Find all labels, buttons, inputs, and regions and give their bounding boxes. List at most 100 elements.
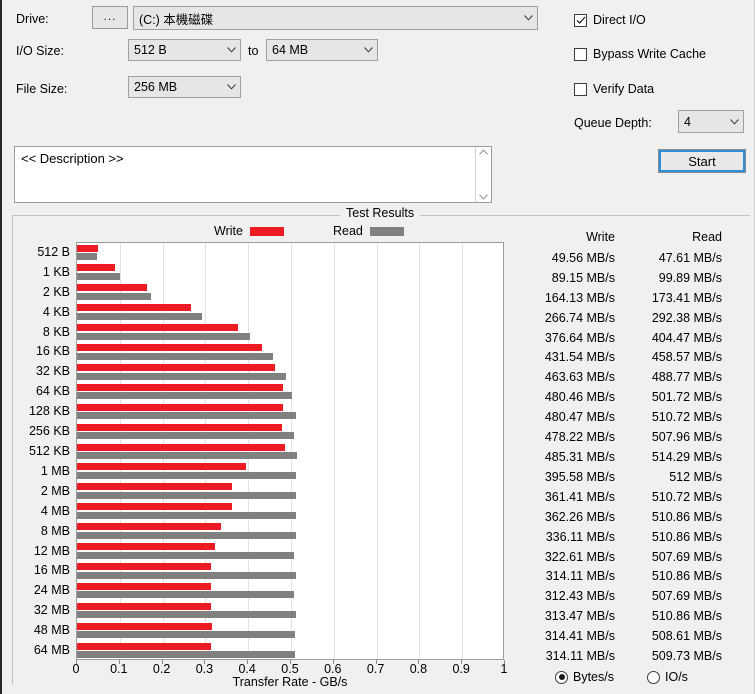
checkbox-unchecked-icon xyxy=(574,82,587,96)
results-column-header-read: Read xyxy=(692,230,722,244)
atto-disk-benchmark-window: Drive: ... (C:) 本機磁碟 I/O Size: 512 B to … xyxy=(0,0,755,694)
results-write-value: 49.56 MB/s xyxy=(551,250,615,265)
results-read-value: 507.69 MB/s xyxy=(651,549,722,564)
unit-io-per-second-label: IO/s xyxy=(665,670,688,684)
chart-x-tick-label: 0.7 xyxy=(366,662,385,676)
file-size-select[interactable]: 256 MB xyxy=(128,76,241,98)
chart-y-tick-label: 16 MB xyxy=(33,563,70,578)
chart-y-tick-label: 512 KB xyxy=(28,444,70,458)
chart-bar-read xyxy=(77,392,292,400)
results-read-value: 509.73 MB/s xyxy=(651,649,722,664)
chart-y-tick-label: 64 KB xyxy=(35,384,70,399)
results-read-value: 47.61 MB/s xyxy=(658,250,722,265)
chart-bar-read xyxy=(77,253,98,261)
chart-y-tick-label: 4 MB xyxy=(40,503,70,518)
io-size-from-select[interactable]: 512 B xyxy=(128,39,241,61)
io-size-to-select[interactable]: 64 MB xyxy=(266,39,378,61)
unit-bytes-per-second-radio[interactable]: Bytes/s xyxy=(555,670,614,684)
bypass-write-cache-checkbox[interactable]: Bypass Write Cache xyxy=(574,47,706,61)
chart-bar-write xyxy=(77,284,148,292)
chart-x-tick-label: 0.6 xyxy=(324,662,342,676)
chart-y-tick-label: 1 KB xyxy=(42,264,70,279)
chevron-down-icon xyxy=(224,84,238,90)
chart-x-tick-label: 0.9 xyxy=(452,662,470,676)
drive-select[interactable]: (C:) 本機磁碟 xyxy=(133,6,538,30)
chart-y-tick-label: 8 MB xyxy=(40,523,70,538)
legend-write-swatch xyxy=(249,226,284,236)
results-read-value: 510.72 MB/s xyxy=(651,489,722,504)
start-button[interactable]: Start xyxy=(658,149,746,173)
results-read-value: 501.72 MB/s xyxy=(651,390,722,405)
results-read-value: 508.61 MB/s xyxy=(651,629,722,644)
chart-y-tick-label: 2 KB xyxy=(42,284,70,299)
chart-x-tick-label: 0.8 xyxy=(409,662,428,676)
chart-bar-write xyxy=(77,403,283,411)
chart-y-tick-label: 256 KB xyxy=(28,424,70,439)
chart-bar-read xyxy=(77,352,274,360)
chart-bar-read xyxy=(77,571,296,579)
results-write-value: 322.61 MB/s xyxy=(544,549,615,564)
chevron-down-icon[interactable] xyxy=(476,194,491,200)
file-size-label: File Size: xyxy=(16,82,68,96)
results-read-value: 458.57 MB/s xyxy=(651,350,722,365)
chart-bar-read xyxy=(77,491,296,499)
chart-bar-read xyxy=(77,452,298,460)
results-read-value: 510.86 MB/s xyxy=(651,569,722,584)
chart-bar-write xyxy=(77,602,212,610)
chart-bar-write xyxy=(77,443,285,451)
unit-io-per-second-radio[interactable]: IO/s xyxy=(647,670,688,684)
chart-x-tick-label: 0.1 xyxy=(110,662,128,676)
chart-gridline xyxy=(333,243,335,659)
results-column-header-write: Write xyxy=(586,230,615,244)
description-text[interactable]: << Description >> xyxy=(15,147,475,202)
legend-read: Read xyxy=(333,224,404,238)
checkbox-checked-icon xyxy=(574,13,587,27)
results-read-value: 507.69 MB/s xyxy=(651,589,722,604)
results-read-value: 488.77 MB/s xyxy=(651,370,722,385)
chart-bar-write xyxy=(77,244,99,252)
chart-x-tick-label: 1 xyxy=(500,662,508,676)
chart-bar-write xyxy=(77,483,232,491)
chevron-up-icon[interactable] xyxy=(476,149,491,155)
results-write-value: 314.41 MB/s xyxy=(544,629,615,644)
results-write-value: 314.11 MB/s xyxy=(545,649,615,664)
test-results-title: Test Results xyxy=(340,206,421,220)
chart-bar-write xyxy=(77,642,212,650)
description-scrollbar[interactable] xyxy=(475,147,491,202)
description-box[interactable]: << Description >> xyxy=(14,146,492,203)
results-write-value: 314.11 MB/s xyxy=(545,569,615,584)
chart-y-tick-label: 48 MB xyxy=(33,623,70,638)
chart-bar-read xyxy=(77,412,296,420)
chart-bar-read xyxy=(77,372,287,380)
browse-drive-button[interactable]: ... xyxy=(92,6,128,29)
queue-depth-label: Queue Depth: xyxy=(574,116,652,130)
chart-bar-write xyxy=(77,562,212,570)
chart-plot-area xyxy=(76,242,504,660)
chart-bar-read xyxy=(77,531,296,539)
chart-y-tick-label: 32 MB xyxy=(33,603,70,618)
queue-depth-select[interactable]: 4 xyxy=(678,110,744,133)
chart-bar-write xyxy=(77,622,212,630)
results-write-value: 480.46 MB/s xyxy=(544,390,615,405)
io-size-to-label: to xyxy=(248,44,259,58)
chevron-down-icon xyxy=(361,47,375,53)
results-write-value: 361.41 MB/s xyxy=(544,489,615,504)
legend-read-label: Read xyxy=(333,224,363,238)
chart-gridline xyxy=(419,243,421,659)
verify-data-checkbox[interactable]: Verify Data xyxy=(574,82,654,96)
results-read-value: 510.86 MB/s xyxy=(651,529,722,544)
chart-gridline xyxy=(376,243,378,659)
results-write-value: 164.13 MB/s xyxy=(544,290,615,305)
chevron-down-icon xyxy=(727,118,741,125)
chart-bar-write xyxy=(77,264,116,272)
results-write-value: 376.64 MB/s xyxy=(544,330,615,345)
chart-bar-write xyxy=(77,582,211,590)
results-read-value: 510.72 MB/s xyxy=(651,410,722,425)
chart-bar-write xyxy=(77,383,283,391)
chart-bar-write xyxy=(77,324,239,332)
direct-io-checkbox[interactable]: Direct I/O xyxy=(574,13,646,27)
chevron-down-icon xyxy=(224,47,238,53)
results-write-value: 480.47 MB/s xyxy=(544,410,615,425)
results-write-value: 478.22 MB/s xyxy=(544,430,615,445)
chart-y-tick-label: 128 KB xyxy=(28,404,70,419)
